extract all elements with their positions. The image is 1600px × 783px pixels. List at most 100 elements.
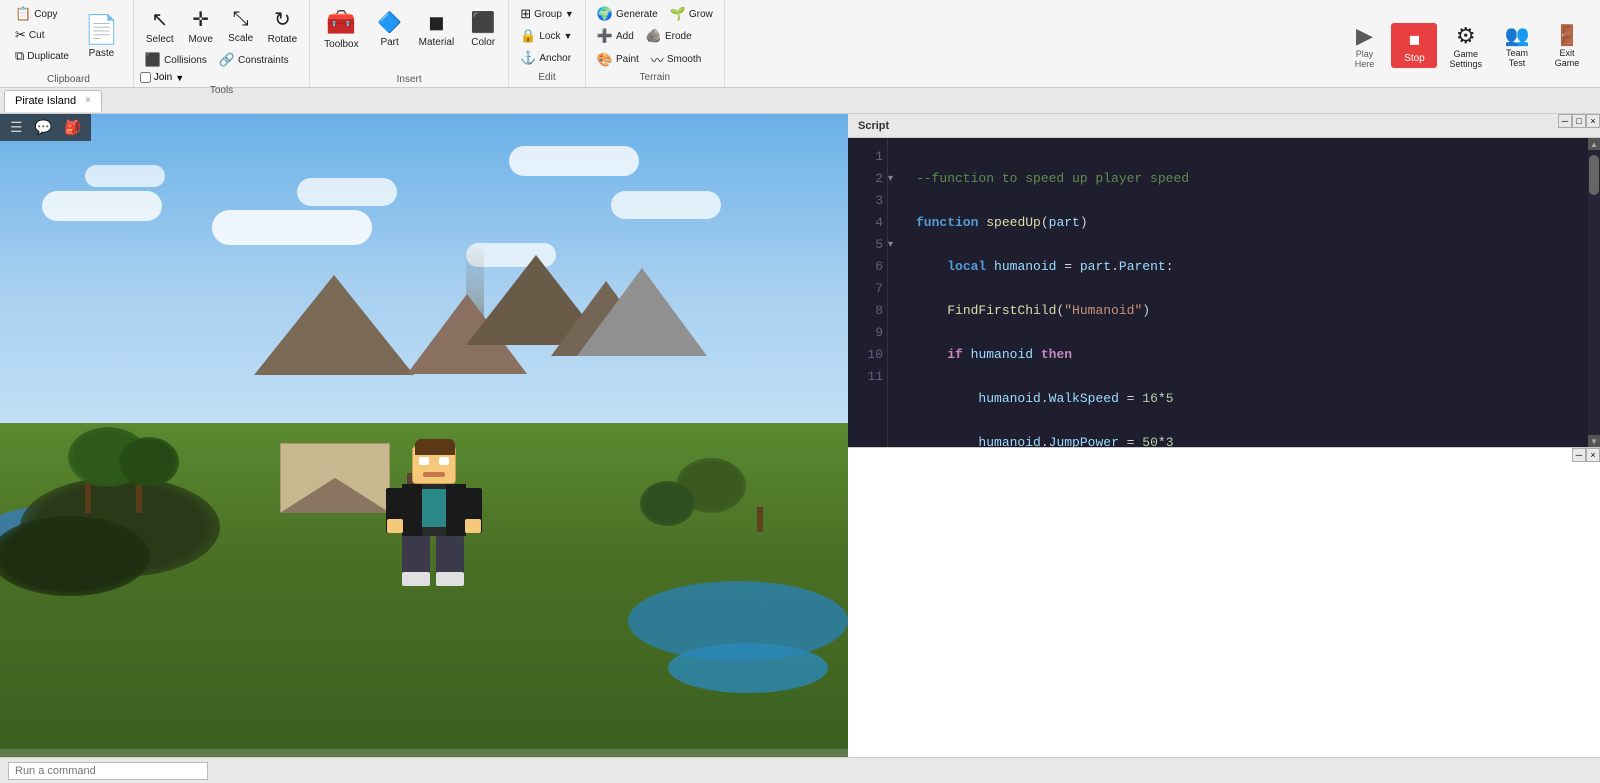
char-eye-r — [439, 457, 449, 465]
fold-2[interactable]: ▾ — [888, 168, 904, 190]
lower-pane-min-button[interactable]: ─ — [1572, 448, 1586, 462]
part-button[interactable]: 🔷 Part — [371, 7, 409, 51]
scroll-thumb[interactable] — [1589, 155, 1599, 195]
paint-terrain-button[interactable]: 🎨 Paint — [592, 50, 644, 70]
color-button[interactable]: ⬛ Color — [464, 7, 502, 51]
tools-section: ↖ Select ✛ Move ⤡ Scale ↻ Rotate ⬛ — [134, 0, 310, 87]
copy-button[interactable]: 📋 Copy — [10, 4, 74, 24]
toolbox-button[interactable]: 🧰 Toolbox — [316, 4, 366, 54]
rotate-button[interactable]: ↻ Rotate — [262, 4, 303, 48]
edit-btns: ⊞ Group ▼ 🔒 Lock ▼ ⚓ Anchor — [515, 4, 579, 68]
lock-dropdown[interactable]: ▼ — [564, 31, 573, 41]
main-area: ☰ 💬 🎒 — [0, 114, 1600, 757]
insert-row: 🧰 Toolbox 🔷 Part ◼ Material ⬛ Color — [316, 4, 502, 54]
stop-label: Stop — [1404, 53, 1425, 64]
exit-game-button[interactable]: 🚪 Exit Game — [1544, 19, 1590, 72]
insert-label: Insert — [397, 74, 422, 87]
add-button[interactable]: ➕ Add — [592, 26, 639, 46]
char-lapel-l — [402, 484, 422, 536]
script-maximize-button[interactable]: □ — [1572, 114, 1586, 128]
right-pane: Script ─ □ × 1 2 3 4 5 6 7 8 9 10 11 — [848, 114, 1600, 757]
add-terrain-icon: ➕ — [597, 28, 613, 44]
scale-icon: ⤡ — [233, 8, 249, 31]
hamburger-icon[interactable]: ☰ — [8, 117, 25, 138]
move-button[interactable]: ✛ Move — [182, 4, 220, 48]
team-test-button[interactable]: 👥 Team Test — [1494, 19, 1540, 72]
character — [384, 446, 484, 616]
line-num-2: 2 — [856, 168, 883, 190]
toolbar-spacer — [725, 0, 1336, 87]
cut-button[interactable]: ✂ Cut — [10, 25, 74, 45]
fold-5[interactable]: ▾ — [888, 234, 904, 256]
pirate-island-tab[interactable]: Pirate Island × — [4, 90, 102, 112]
code-line-1: --function to speed up player speed — [916, 168, 1576, 190]
backpack-icon[interactable]: 🎒 — [62, 117, 83, 138]
chat-icon[interactable]: 💬 — [33, 117, 54, 138]
lock-button[interactable]: 🔒 Lock ▼ — [515, 26, 579, 46]
play-here-label: Play Here — [1355, 49, 1375, 69]
line-num-11: 11 — [856, 366, 883, 388]
tab-close-button[interactable]: × — [85, 95, 91, 106]
cloud-4 — [297, 178, 397, 206]
clipboard-top-row: 📋 Copy ✂ Cut ⧉ Duplicate 📄 Paste — [10, 4, 127, 68]
line-num-5: 5 — [856, 234, 883, 256]
material-button[interactable]: ◼ Material — [413, 7, 461, 51]
viewport-resize-handle[interactable] — [0, 749, 848, 757]
stop-icon: ⏹ — [1409, 27, 1420, 53]
mountain-gray — [577, 268, 707, 356]
team-test-icon: 👥 — [1505, 23, 1530, 48]
part-group: 🔷 Part — [371, 7, 409, 51]
paint-terrain-icon: 🎨 — [597, 52, 613, 68]
join-checkbox[interactable] — [140, 72, 151, 83]
group-button[interactable]: ⊞ Group ▼ — [515, 4, 579, 24]
smooth-button[interactable]: 〰 Smooth — [646, 48, 706, 71]
fold-8 — [888, 300, 904, 322]
material-icon: ◼ — [428, 10, 445, 35]
group-dropdown[interactable]: ▼ — [565, 9, 574, 19]
select-button[interactable]: ↖ Select — [140, 4, 180, 48]
duplicate-button[interactable]: ⧉ Duplicate — [10, 46, 74, 66]
exit-game-label: Exit Game — [1555, 48, 1580, 68]
char-leg-r — [436, 536, 464, 586]
line-num-8: 8 — [856, 300, 883, 322]
scroll-down-button[interactable]: ▼ — [1588, 435, 1600, 447]
char-shoe-l — [402, 572, 430, 586]
char-arm-r — [464, 488, 482, 533]
join-dropdown-arrow[interactable]: ▼ — [175, 73, 184, 83]
script-minimize-button[interactable]: ─ — [1558, 114, 1572, 128]
line-num-9: 9 — [856, 322, 883, 344]
char-lapel-r — [446, 484, 466, 536]
scale-button[interactable]: ⤡ Scale — [222, 5, 260, 47]
grow-button[interactable]: 🌱 Grow — [665, 4, 718, 24]
terrain-section: 🌍 Generate 🌱 Grow ➕ Add 🪨 Erode — [586, 0, 725, 87]
constraints-button[interactable]: 🔗 Constraints — [214, 50, 294, 70]
generate-button[interactable]: 🌍 Generate — [592, 4, 663, 24]
tree-r2 — [640, 481, 695, 526]
tools-top-row: ↖ Select ✛ Move ⤡ Scale ↻ Rotate — [140, 4, 303, 48]
code-editor[interactable]: --function to speed up player speed func… — [904, 138, 1588, 447]
lower-pane-controls: ─ × — [1572, 448, 1600, 462]
clipboard-label: Clipboard — [47, 74, 90, 87]
lower-pane-close-button[interactable]: × — [1586, 448, 1600, 462]
edit-section: ⊞ Group ▼ 🔒 Lock ▼ ⚓ Anchor Insert Edit — [509, 0, 586, 87]
command-input[interactable] — [8, 762, 208, 780]
scroll-up-button[interactable]: ▲ — [1588, 138, 1600, 150]
code-line-6: humanoid.WalkSpeed = 16*5 — [916, 388, 1576, 410]
paste-button[interactable]: 📄 Paste — [76, 9, 127, 63]
toolbar: 📋 Copy ✂ Cut ⧉ Duplicate 📄 Paste Clipboa… — [0, 0, 1600, 88]
collisions-button[interactable]: ⬛ Collisions — [140, 50, 212, 70]
viewport[interactable]: ☰ 💬 🎒 — [0, 114, 848, 757]
water-right-2 — [668, 643, 828, 693]
code-line-7: humanoid.JumpPower = 50*3 — [916, 432, 1576, 447]
edit-section-label: Edit — [509, 72, 585, 85]
join-label: Join — [154, 72, 172, 83]
play-here-button[interactable]: ▶ Play Here — [1341, 19, 1387, 73]
script-label: Script — [858, 120, 889, 132]
game-settings-button[interactable]: ⚙ Game Settings — [1441, 19, 1490, 73]
erode-button[interactable]: 🪨 Erode — [641, 26, 697, 46]
stop-button[interactable]: ⏹ Stop — [1391, 23, 1437, 68]
code-line-4: FindFirstChild("Humanoid") — [916, 300, 1576, 322]
team-test-label: Team Test — [1506, 48, 1528, 68]
script-close-button[interactable]: × — [1586, 114, 1600, 128]
anchor-button[interactable]: ⚓ Anchor — [515, 48, 579, 68]
